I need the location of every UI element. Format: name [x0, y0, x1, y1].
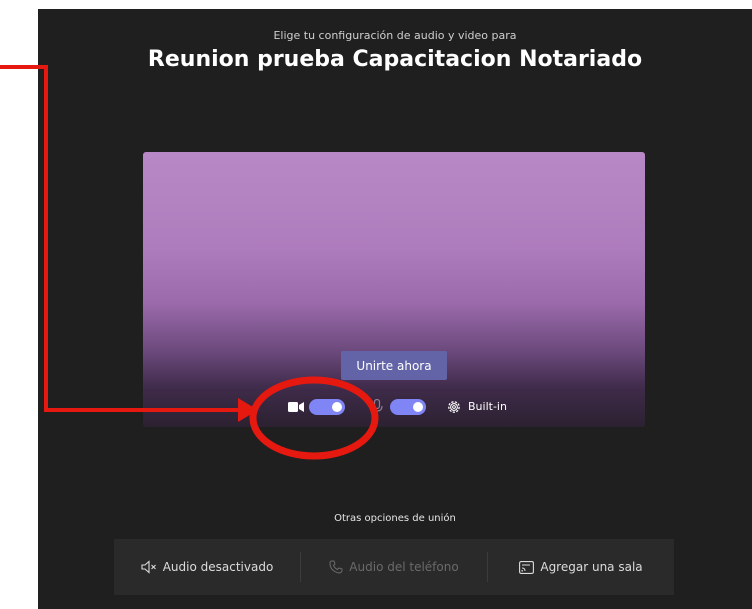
video-toggle-knob	[332, 402, 342, 412]
meeting-title: Reunion prueba Capacitacion Notariado	[147, 47, 643, 72]
video-toggle[interactable]	[309, 399, 345, 415]
gear-icon[interactable]	[446, 399, 462, 415]
device-controls: Built-in	[143, 392, 645, 422]
phone-audio-option[interactable]: Audio del teléfono	[301, 539, 487, 595]
other-join-options: Audio desactivado Audio del teléfono Agr…	[114, 539, 674, 595]
phone-audio-label: Audio del teléfono	[349, 560, 459, 574]
cast-icon	[519, 560, 535, 574]
audio-off-label: Audio desactivado	[162, 560, 274, 574]
video-preview: Unirte ahora Built-in	[143, 152, 645, 427]
join-now-button[interactable]: Unirte ahora	[341, 351, 447, 380]
microphone-icon	[371, 399, 383, 415]
phone-icon	[329, 560, 343, 574]
audio-toggle-knob	[413, 402, 423, 412]
camera-icon	[288, 402, 304, 412]
speaker-off-icon	[141, 560, 156, 574]
meeting-prejoin-window: Elige tu configuración de audio y video …	[38, 9, 752, 609]
add-room-option[interactable]: Agregar una sala	[488, 539, 674, 595]
prejoin-subtitle: Elige tu configuración de audio y video …	[273, 29, 517, 42]
other-options-heading: Otras opciones de unión	[334, 513, 456, 524]
device-settings-label[interactable]: Built-in	[468, 400, 507, 413]
add-room-label: Agregar una sala	[540, 560, 643, 574]
audio-off-option[interactable]: Audio desactivado	[114, 539, 300, 595]
audio-toggle[interactable]	[390, 399, 426, 415]
